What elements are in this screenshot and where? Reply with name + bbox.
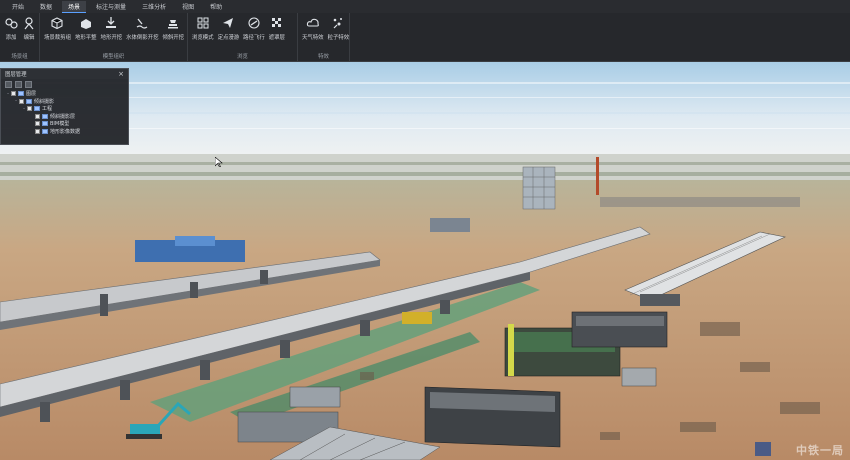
water-excavate-icon bbox=[135, 16, 149, 30]
ribbon-tool-button[interactable]: 倾斜开挖 bbox=[162, 16, 184, 41]
menu-tab[interactable]: 三维分析 bbox=[136, 1, 172, 12]
ribbon-tool-button[interactable]: 路径飞行 bbox=[243, 16, 265, 41]
layer-node-label: 倾斜摄影 bbox=[34, 98, 55, 105]
layer-node-label: 倾斜摄影层 bbox=[50, 113, 76, 120]
layer-checkbox[interactable] bbox=[19, 98, 24, 104]
ribbon-tool-button[interactable]: 水体倒影开挖 bbox=[126, 16, 158, 41]
layer-checkbox[interactable] bbox=[11, 91, 16, 97]
construction-site-2 bbox=[571, 311, 668, 348]
layer-checkbox[interactable] bbox=[27, 106, 32, 112]
menu-tab[interactable]: 场景 bbox=[62, 0, 87, 13]
ribbon-tool-label: 定点漫游 bbox=[217, 35, 240, 41]
layer-icon bbox=[34, 106, 40, 112]
ribbon-tool-label: 地形开挖 bbox=[100, 35, 123, 41]
browse-mode-icon bbox=[196, 16, 210, 30]
layer-panel-header[interactable]: 图层管理 × bbox=[1, 69, 128, 79]
crane bbox=[596, 157, 599, 195]
ribbon-tool-button[interactable]: 粒子特效 bbox=[327, 16, 350, 41]
layer-tree-node[interactable]: - 倾斜摄影 bbox=[5, 98, 128, 106]
layer-add-icon[interactable] bbox=[5, 81, 12, 88]
ribbon-tool-label: 路径飞行 bbox=[243, 35, 265, 41]
layer-panel[interactable]: 图层管理 × - 图层 - 倾斜摄影 - 工程 倾斜摄影层 BIM模型 地形影像数据 bbox=[0, 68, 129, 145]
layer-visible-icon[interactable] bbox=[15, 81, 22, 88]
layer-checkbox[interactable] bbox=[35, 113, 40, 119]
ribbon-tool-label: 水体倒影开挖 bbox=[126, 35, 159, 41]
menu-tab[interactable]: 标注与测量 bbox=[90, 1, 132, 12]
ribbon-tool-button[interactable]: 地形开挖 bbox=[100, 16, 123, 41]
ribbon-tool-label: 添加 bbox=[5, 35, 17, 41]
layer-node-label: BIM模型 bbox=[50, 121, 70, 128]
layer-panel-title: 图层管理 bbox=[5, 72, 27, 78]
ribbon-tool-button[interactable]: 地形平整 bbox=[75, 16, 97, 41]
ribbon-group-label: 模型组织 bbox=[102, 54, 125, 60]
terrain-excavate-icon bbox=[104, 16, 118, 30]
ribbon-group-label: 场景组 bbox=[11, 54, 28, 60]
yellow-machinery bbox=[402, 312, 432, 324]
watermark-logo: 中铁一局 bbox=[796, 444, 844, 457]
menu-tab[interactable]: 数据 bbox=[34, 1, 58, 12]
mask-layer-icon bbox=[270, 16, 284, 30]
menu-tab[interactable]: 视图 bbox=[176, 1, 200, 12]
layer-checkbox[interactable] bbox=[35, 121, 40, 127]
layer-tree-node[interactable]: BIM模型 bbox=[5, 120, 128, 128]
ribbon-group-label: 特效 bbox=[318, 54, 329, 60]
layer-icon bbox=[42, 121, 48, 127]
layer-checkbox[interactable] bbox=[35, 128, 40, 134]
ribbon-tool-label: 天气特效 bbox=[302, 35, 324, 41]
layer-tree: - 图层 - 倾斜摄影 - 工程 倾斜摄影层 BIM模型 地形影像数据 bbox=[1, 90, 128, 135]
ribbon-group: 添加 编辑场景组 bbox=[0, 13, 40, 61]
cube-clip-icon bbox=[50, 16, 64, 30]
menu-tab[interactable]: 开始 bbox=[6, 1, 30, 12]
weather-effect-icon bbox=[306, 16, 320, 30]
ribbon-tool-button[interactable]: 天气特效 bbox=[302, 16, 324, 41]
ribbon-toolbar: 添加 编辑 场景组 场景裁剪组 地形平整 地形开挖 水体倒影开挖 倾斜开挖 模型组织 浏览模式 定点… bbox=[0, 13, 850, 62]
construction-site-3 bbox=[424, 386, 561, 448]
site-office bbox=[289, 386, 341, 408]
layer-settings-icon[interactable] bbox=[25, 81, 32, 88]
ribbon-group: 场景裁剪组 地形平整 地形开挖 水体倒影开挖 倾斜开挖模型组织 bbox=[40, 13, 188, 61]
ribbon-group: 浏览模式 定点漫游 路径飞行 遮罩层浏览 bbox=[188, 13, 298, 61]
tower-structure bbox=[522, 166, 556, 210]
layer-tree-node[interactable]: 倾斜摄影层 bbox=[5, 113, 128, 121]
layer-icon bbox=[26, 98, 32, 104]
mouse-cursor-icon bbox=[215, 157, 223, 167]
ribbon-tool-button[interactable]: 添加 bbox=[4, 16, 18, 41]
layer-icon bbox=[18, 91, 24, 97]
layer-node-label: 地形影像数据 bbox=[50, 128, 81, 135]
edit-scene-icon bbox=[22, 16, 36, 30]
close-icon[interactable]: × bbox=[118, 70, 124, 78]
ribbon-tool-label: 编辑 bbox=[23, 35, 35, 41]
oblique-excavate-icon bbox=[166, 16, 180, 30]
particle-effect-icon bbox=[331, 16, 345, 30]
layer-icon bbox=[42, 113, 48, 119]
ribbon-tool-button[interactable]: 场景裁剪组 bbox=[44, 16, 71, 41]
menu-bar: 开始 数据 场景 标注与测量 三维分析 视图 帮助 bbox=[0, 0, 850, 13]
layer-node-label: 图层 bbox=[26, 91, 37, 98]
terrain-flatten-icon bbox=[79, 16, 93, 30]
ribbon-group-label: 浏览 bbox=[237, 54, 248, 60]
ribbon-tool-label: 倾斜开挖 bbox=[162, 35, 185, 41]
ribbon-tool-button[interactable]: 编辑 bbox=[22, 16, 36, 41]
ribbon-tool-button[interactable]: 定点漫游 bbox=[217, 16, 240, 41]
layer-node-label: 工程 bbox=[42, 106, 53, 113]
path-flight-icon bbox=[247, 16, 261, 30]
layer-icon bbox=[42, 128, 48, 134]
ribbon-tool-button[interactable]: 遮罩层 bbox=[269, 16, 285, 41]
layer-tree-node[interactable]: - 图层 bbox=[5, 90, 128, 98]
layer-panel-toolbar bbox=[1, 79, 128, 90]
ribbon-tool-label: 地形平整 bbox=[74, 35, 97, 41]
horizon-band bbox=[0, 154, 850, 182]
ribbon-tool-label: 浏览模式 bbox=[192, 35, 214, 41]
layer-tree-node[interactable]: 地形影像数据 bbox=[5, 128, 128, 136]
add-scene-icon bbox=[4, 16, 18, 30]
ribbon-tool-label: 粒子特效 bbox=[327, 35, 350, 41]
ribbon-group: 天气特效 粒子特效特效 bbox=[298, 13, 350, 61]
ribbon-tool-button[interactable]: 浏览模式 bbox=[192, 16, 214, 41]
ribbon-tool-label: 遮罩层 bbox=[268, 35, 285, 41]
layer-tree-node[interactable]: - 工程 bbox=[5, 105, 128, 113]
ribbon-tool-label: 场景裁剪组 bbox=[44, 35, 71, 41]
menu-tab[interactable]: 帮助 bbox=[204, 1, 228, 12]
point-roam-icon bbox=[221, 16, 235, 30]
